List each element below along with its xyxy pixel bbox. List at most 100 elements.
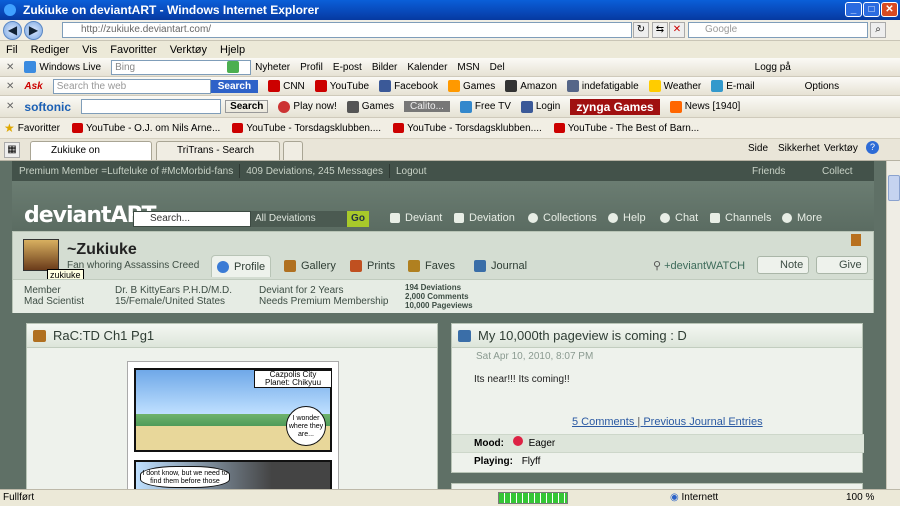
- close-softonic-icon[interactable]: ✕: [6, 101, 14, 112]
- ask-item-youtube: YouTube: [314, 80, 369, 92]
- tab-row: ▦ Zukiuke on deviantART TriTrans - Searc…: [0, 139, 900, 173]
- live-link-profil[interactable]: Profil: [300, 62, 323, 73]
- tab-tritrans[interactable]: TriTrans - Search Result Page: [156, 141, 280, 173]
- tab-journal[interactable]: Journal: [469, 255, 527, 277]
- search-icon[interactable]: ⌕: [870, 22, 886, 38]
- live-login[interactable]: Logg på: [755, 62, 791, 73]
- url-input[interactable]: http://zukiuke.deviantart.com/: [62, 22, 632, 38]
- tab-profile[interactable]: Profile: [211, 255, 271, 277]
- menu-file[interactable]: Fil: [6, 44, 18, 56]
- forward-button[interactable]: ▶: [24, 21, 43, 40]
- minimize-button[interactable]: _: [845, 2, 862, 17]
- tab-zukiuke[interactable]: Zukiuke on deviantART: [30, 141, 152, 173]
- bing-go-icon[interactable]: [227, 61, 240, 73]
- search-input[interactable]: Google: [688, 22, 868, 38]
- zynga-games-banner[interactable]: zynga Games: [570, 98, 660, 115]
- ask-options[interactable]: Options: [805, 81, 839, 92]
- profile-stats: Member Mad Scientist Dr. B KittyEars P.H.…: [13, 279, 873, 313]
- youtube-icon: [72, 123, 83, 133]
- journal-title[interactable]: My 10,000th pageview is coming : D: [452, 324, 862, 348]
- live-link-kalender[interactable]: Kalender: [407, 62, 447, 73]
- watch-icon: ⚲: [653, 260, 665, 272]
- tab-faves[interactable]: Faves: [403, 255, 455, 277]
- ask-item-cnn: CNN: [268, 80, 305, 92]
- scrollbar[interactable]: [886, 161, 900, 489]
- youtube-icon: [553, 123, 565, 133]
- side-menu[interactable]: Side: [748, 143, 768, 154]
- comments-link[interactable]: 5 Comments: [572, 416, 634, 428]
- nav-more[interactable]: More: [782, 212, 822, 224]
- collect-menu[interactable]: Collect: [822, 166, 853, 177]
- menu-favorites[interactable]: Favoritter: [110, 44, 156, 56]
- fav-link-3[interactable]: YouTube - Torsdagsklubben....: [393, 123, 542, 134]
- stop-button[interactable]: ✕: [669, 22, 685, 38]
- menu-help[interactable]: Hjelp: [220, 44, 245, 56]
- previous-journal-link[interactable]: Previous Journal Entries: [643, 416, 762, 428]
- softonic-search-button[interactable]: Search: [225, 100, 269, 113]
- logout-link[interactable]: Logout: [396, 166, 427, 177]
- nav-deviant[interactable]: Deviant: [390, 212, 442, 224]
- zone-label: ◉ Internett: [670, 492, 719, 503]
- fav-link-4[interactable]: YouTube - The Best of Barn...: [553, 123, 699, 134]
- comic-image[interactable]: Cazpolis City Planet: Chikyuu I wonder wh…: [127, 361, 339, 489]
- new-tab-button[interactable]: [283, 141, 303, 160]
- verktoy-menu[interactable]: Verktøy: [824, 143, 858, 154]
- back-button[interactable]: ◀: [3, 21, 22, 40]
- live-link-epost[interactable]: E-post: [333, 62, 362, 73]
- menu-view[interactable]: Vis: [82, 44, 97, 56]
- deviation-title[interactable]: RaC:TD Ch1 Pg1: [27, 324, 437, 348]
- live-link-nyheter[interactable]: Nyheter: [255, 62, 290, 73]
- nav-chat[interactable]: Chat: [660, 212, 698, 224]
- da-search-scope[interactable]: All Deviations: [251, 211, 347, 227]
- tab-gallery[interactable]: Gallery: [279, 255, 336, 277]
- refresh-button[interactable]: ↻: [633, 22, 649, 38]
- sikkerhet-menu[interactable]: Sikkerhet: [778, 143, 820, 154]
- nav-collections[interactable]: Collections: [528, 212, 597, 224]
- softonic-search-input[interactable]: [81, 99, 222, 114]
- stat-counts: 194 Deviations 2,000 Comments 10,000 Pagev…: [405, 283, 473, 310]
- live-link-del[interactable]: Del: [490, 62, 505, 73]
- nav-channels[interactable]: Channels: [710, 212, 771, 224]
- nav-help[interactable]: Help: [608, 212, 646, 224]
- nav-deviation[interactable]: Deviation: [454, 212, 515, 224]
- deviation-stats[interactable]: 409 Deviations, 245 Messages: [246, 166, 383, 177]
- speech-bubble-2: I dont know, but we need to find them be…: [140, 466, 230, 488]
- chat-icon: [660, 213, 670, 223]
- progress-bar: [498, 492, 568, 504]
- scrollbar-thumb[interactable]: [888, 175, 900, 201]
- live-link-msn[interactable]: MSN: [457, 62, 479, 73]
- help-icon[interactable]: ?: [866, 141, 879, 154]
- ask-search-button[interactable]: Search: [210, 79, 259, 93]
- note-button[interactable]: Note: [757, 256, 809, 274]
- fav-link-1[interactable]: YouTube - O.J. om Nils Arne...: [72, 123, 220, 134]
- close-ask-icon[interactable]: ✕: [6, 81, 14, 92]
- live-link-bilder[interactable]: Bilder: [372, 62, 398, 73]
- compat-button[interactable]: ⇆: [652, 22, 668, 38]
- close-toolbar-icon[interactable]: ✕: [6, 62, 14, 73]
- faves-icon: [408, 260, 420, 272]
- zoom-level[interactable]: 100 %: [846, 490, 874, 506]
- real-name: Dr. B KittyEars P.H.D/M.D. 15/Female/Unit…: [115, 285, 233, 307]
- member-info[interactable]: Premium Member =Lufteluke of #McMorbid-f…: [19, 166, 233, 177]
- ask-search-input[interactable]: Search the web: [52, 78, 211, 94]
- menu-edit[interactable]: Rediger: [31, 44, 70, 56]
- softonic-media-player[interactable]: Calito...: [404, 101, 450, 112]
- username[interactable]: ~Zukiuke: [67, 241, 137, 259]
- fav-link-2[interactable]: YouTube - Torsdagsklubben....: [232, 123, 381, 134]
- favorites-button[interactable]: ★ Favoritter: [4, 121, 60, 135]
- da-go-button[interactable]: Go: [347, 211, 369, 227]
- deviantwatch-button[interactable]: ⚲ +deviantWATCH: [653, 259, 745, 272]
- quick-tabs-icon[interactable]: ▦: [4, 142, 20, 158]
- give-button[interactable]: Give: [816, 256, 868, 274]
- member-type: Member Mad Scientist: [24, 285, 85, 307]
- status-text: Fullført: [3, 492, 35, 503]
- menu-tools[interactable]: Verktøy: [170, 44, 207, 56]
- maximize-button[interactable]: □: [863, 2, 880, 17]
- da-search-input[interactable]: Search...: [133, 211, 251, 227]
- speech-bubble: I wonder where they are...: [286, 406, 326, 446]
- tab-prints[interactable]: Prints: [345, 255, 395, 277]
- friends-menu[interactable]: Friends: [752, 166, 785, 177]
- close-button[interactable]: ✕: [881, 2, 898, 17]
- comic-panel-2: I dont know, but we need to find them be…: [134, 460, 332, 489]
- avatar[interactable]: [23, 239, 59, 271]
